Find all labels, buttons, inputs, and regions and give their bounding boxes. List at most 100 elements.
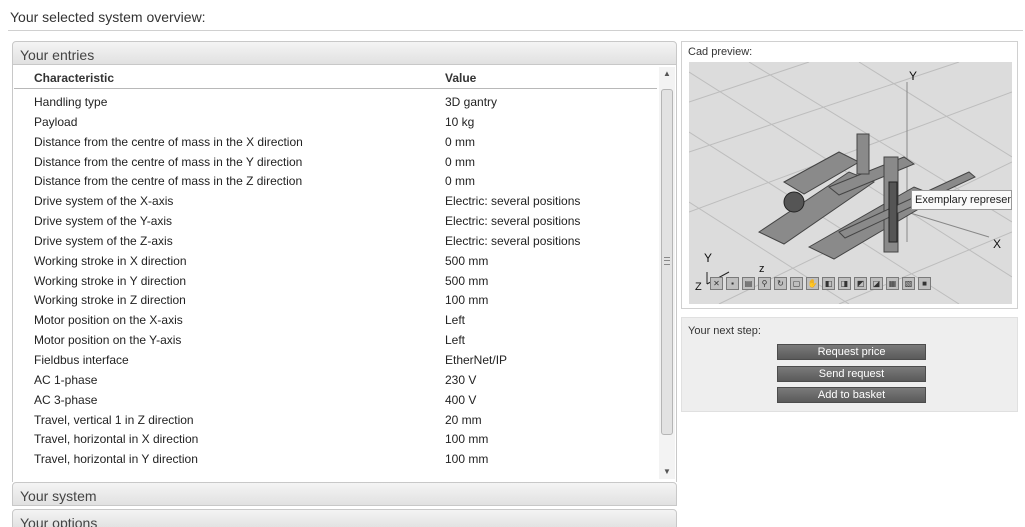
characteristic-cell: Drive system of the X-axis (34, 194, 174, 209)
characteristic-cell: Motor position on the Y-axis (34, 333, 182, 348)
cad-tooltip: Exemplary representation (911, 190, 1012, 210)
value-cell: 500 mm (445, 273, 489, 288)
pan-icon[interactable]: ✋ (806, 277, 819, 290)
table-row[interactable]: Fieldbus interface EtherNet/IP (14, 350, 657, 370)
grip-icon (664, 257, 670, 265)
column-header-value[interactable]: Value (445, 71, 476, 85)
value-cell: 100 mm (445, 452, 489, 467)
table-row[interactable]: Working stroke in Z direction 100 mm (14, 290, 657, 310)
view-7-icon[interactable]: ■ (918, 277, 931, 290)
cad-axis-label-y-corner: Y (704, 251, 712, 265)
column-header-characteristic[interactable]: Characteristic (34, 71, 114, 85)
table-row[interactable]: Payload 10 kg (14, 112, 657, 132)
table-row[interactable]: Handling type 3D gantry (14, 92, 657, 112)
view-3-icon[interactable]: ◩ (854, 277, 867, 290)
value-cell: Electric: several positions (445, 194, 581, 209)
characteristic-cell: Payload (34, 114, 78, 129)
cad-model-illustration: Y X Y z Z (689, 62, 1012, 304)
characteristic-cell: AC 1-phase (34, 372, 98, 387)
cad-preview-label: Cad preview: (688, 46, 753, 58)
characteristic-cell: Drive system of the Y-axis (34, 214, 173, 229)
characteristic-cell: Travel, horizontal in Y direction (34, 452, 198, 467)
value-cell: 0 mm (445, 174, 475, 189)
value-cell: 500 mm (445, 253, 489, 268)
characteristic-cell: Distance from the centre of mass in the … (34, 154, 303, 169)
scroll-up-arrow-icon[interactable]: ▲ (659, 67, 675, 81)
table-row[interactable]: Motor position on the Y-axis Left (14, 330, 657, 350)
value-cell: EtherNet/IP (445, 352, 508, 367)
value-cell: Left (445, 333, 466, 348)
rotate-icon[interactable]: ↻ (774, 277, 787, 290)
value-cell: 0 mm (445, 134, 475, 149)
accordion-header-your-system[interactable]: Your system (12, 482, 677, 506)
accordion: Your entries Characteristic Value Handli… (12, 41, 677, 527)
accordion-header-your-options[interactable]: Your options (12, 509, 677, 527)
cad-toolbar: ✕ ▪ ▤ ⚲ ↻ ▢ ✋ ◧ ◨ ◩ ◪ ▦ ▧ ■ (710, 277, 931, 290)
scrollbar-thumb[interactable] (661, 89, 673, 435)
cad-axis-label-z: Z (695, 281, 702, 293)
view-6-icon[interactable]: ▧ (902, 277, 915, 290)
view-5-icon[interactable]: ▦ (886, 277, 899, 290)
zoom-icon[interactable]: ⚲ (758, 277, 771, 290)
request-price-button[interactable]: Request price (777, 344, 926, 360)
value-cell: Left (445, 313, 466, 328)
accordion-header-your-entries[interactable]: Your entries (12, 41, 677, 65)
zoom-window-icon[interactable]: ▢ (790, 277, 803, 290)
value-cell: 10 kg (445, 114, 475, 129)
characteristic-cell: Fieldbus interface (34, 352, 129, 367)
send-request-button[interactable]: Send request (777, 366, 926, 382)
characteristic-cell: Motor position on the X-axis (34, 313, 183, 328)
view-1-icon[interactable]: ◧ (822, 277, 835, 290)
table-row[interactable]: Distance from the centre of mass in the … (14, 171, 657, 191)
table-row[interactable]: Motor position on the X-axis Left (14, 310, 657, 330)
cad-axis-label-x: X (993, 237, 1001, 251)
table-rows: Handling type 3D gantry Payload 10 kg Dist… (14, 92, 657, 469)
front-view-icon[interactable]: ▤ (742, 277, 755, 290)
value-cell: 100 mm (445, 432, 489, 447)
iso-view-icon[interactable]: ▪ (726, 277, 739, 290)
table-row[interactable]: Travel, horizontal in X direction 100 mm (14, 429, 657, 449)
add-to-basket-button[interactable]: Add to basket (777, 387, 926, 403)
cad-viewport[interactable]: Y X Y z Z Exemplary representation (689, 62, 1012, 304)
table-row[interactable]: Travel, vertical 1 in Z direction 20 mm (14, 410, 657, 430)
cad-axis-label-z-corner: z (759, 263, 765, 275)
table-row[interactable]: Distance from the centre of mass in the … (14, 152, 657, 172)
value-cell: 0 mm (445, 154, 475, 169)
next-step-panel: Your next step: Request price Send reque… (681, 317, 1018, 412)
characteristic-cell: Working stroke in X direction (34, 253, 187, 268)
table-row[interactable]: Drive system of the X-axis Electric: seve… (14, 191, 657, 211)
value-cell: 230 V (445, 372, 477, 387)
table-row[interactable]: Drive system of the Z-axis Electric: seve… (14, 231, 657, 251)
cad-preview-panel: Cad preview: Y X Y z Z Exemplary represe… (681, 41, 1018, 309)
characteristic-cell: Working stroke in Y direction (34, 273, 187, 288)
characteristic-cell: Distance from the centre of mass in the … (34, 134, 303, 149)
table-row[interactable]: Distance from the centre of mass in the … (14, 132, 657, 152)
cad-axis-label-y: Y (909, 69, 917, 83)
next-step-label: Your next step: (688, 325, 761, 337)
view-2-icon[interactable]: ◨ (838, 277, 851, 290)
table-row[interactable]: Working stroke in Y direction 500 mm (14, 271, 657, 291)
view-cube-icon[interactable]: ✕ (710, 277, 723, 290)
entries-panel: Characteristic Value Handling type 3D gan… (12, 65, 677, 482)
table-row[interactable]: Travel, horizontal in Y direction 100 mm (14, 449, 657, 469)
table-row[interactable]: Drive system of the Y-axis Electric: seve… (14, 211, 657, 231)
characteristic-cell: Distance from the centre of mass in the … (34, 174, 303, 189)
table-row[interactable]: Working stroke in X direction 500 mm (14, 251, 657, 271)
value-cell: Electric: several positions (445, 233, 581, 248)
value-cell: 100 mm (445, 293, 489, 308)
title-divider (8, 30, 1023, 31)
value-cell: 400 V (445, 392, 477, 407)
characteristic-cell: Working stroke in Z direction (34, 293, 186, 308)
characteristic-cell: Handling type (34, 95, 108, 109)
characteristic-cell: AC 3-phase (34, 392, 98, 407)
table-header: Characteristic Value (14, 67, 657, 89)
scroll-down-arrow-icon[interactable]: ▼ (659, 465, 675, 479)
value-cell: 20 mm (445, 412, 482, 427)
table-row[interactable]: AC 3-phase 400 V (14, 390, 657, 410)
table-row[interactable]: AC 1-phase 230 V (14, 370, 657, 390)
value-cell: 3D gantry (445, 95, 498, 109)
characteristic-cell: Travel, horizontal in X direction (34, 432, 199, 447)
characteristic-cell: Travel, vertical 1 in Z direction (34, 412, 194, 427)
table-scrollbar[interactable]: ▲ ▼ (659, 67, 675, 479)
view-4-icon[interactable]: ◪ (870, 277, 883, 290)
